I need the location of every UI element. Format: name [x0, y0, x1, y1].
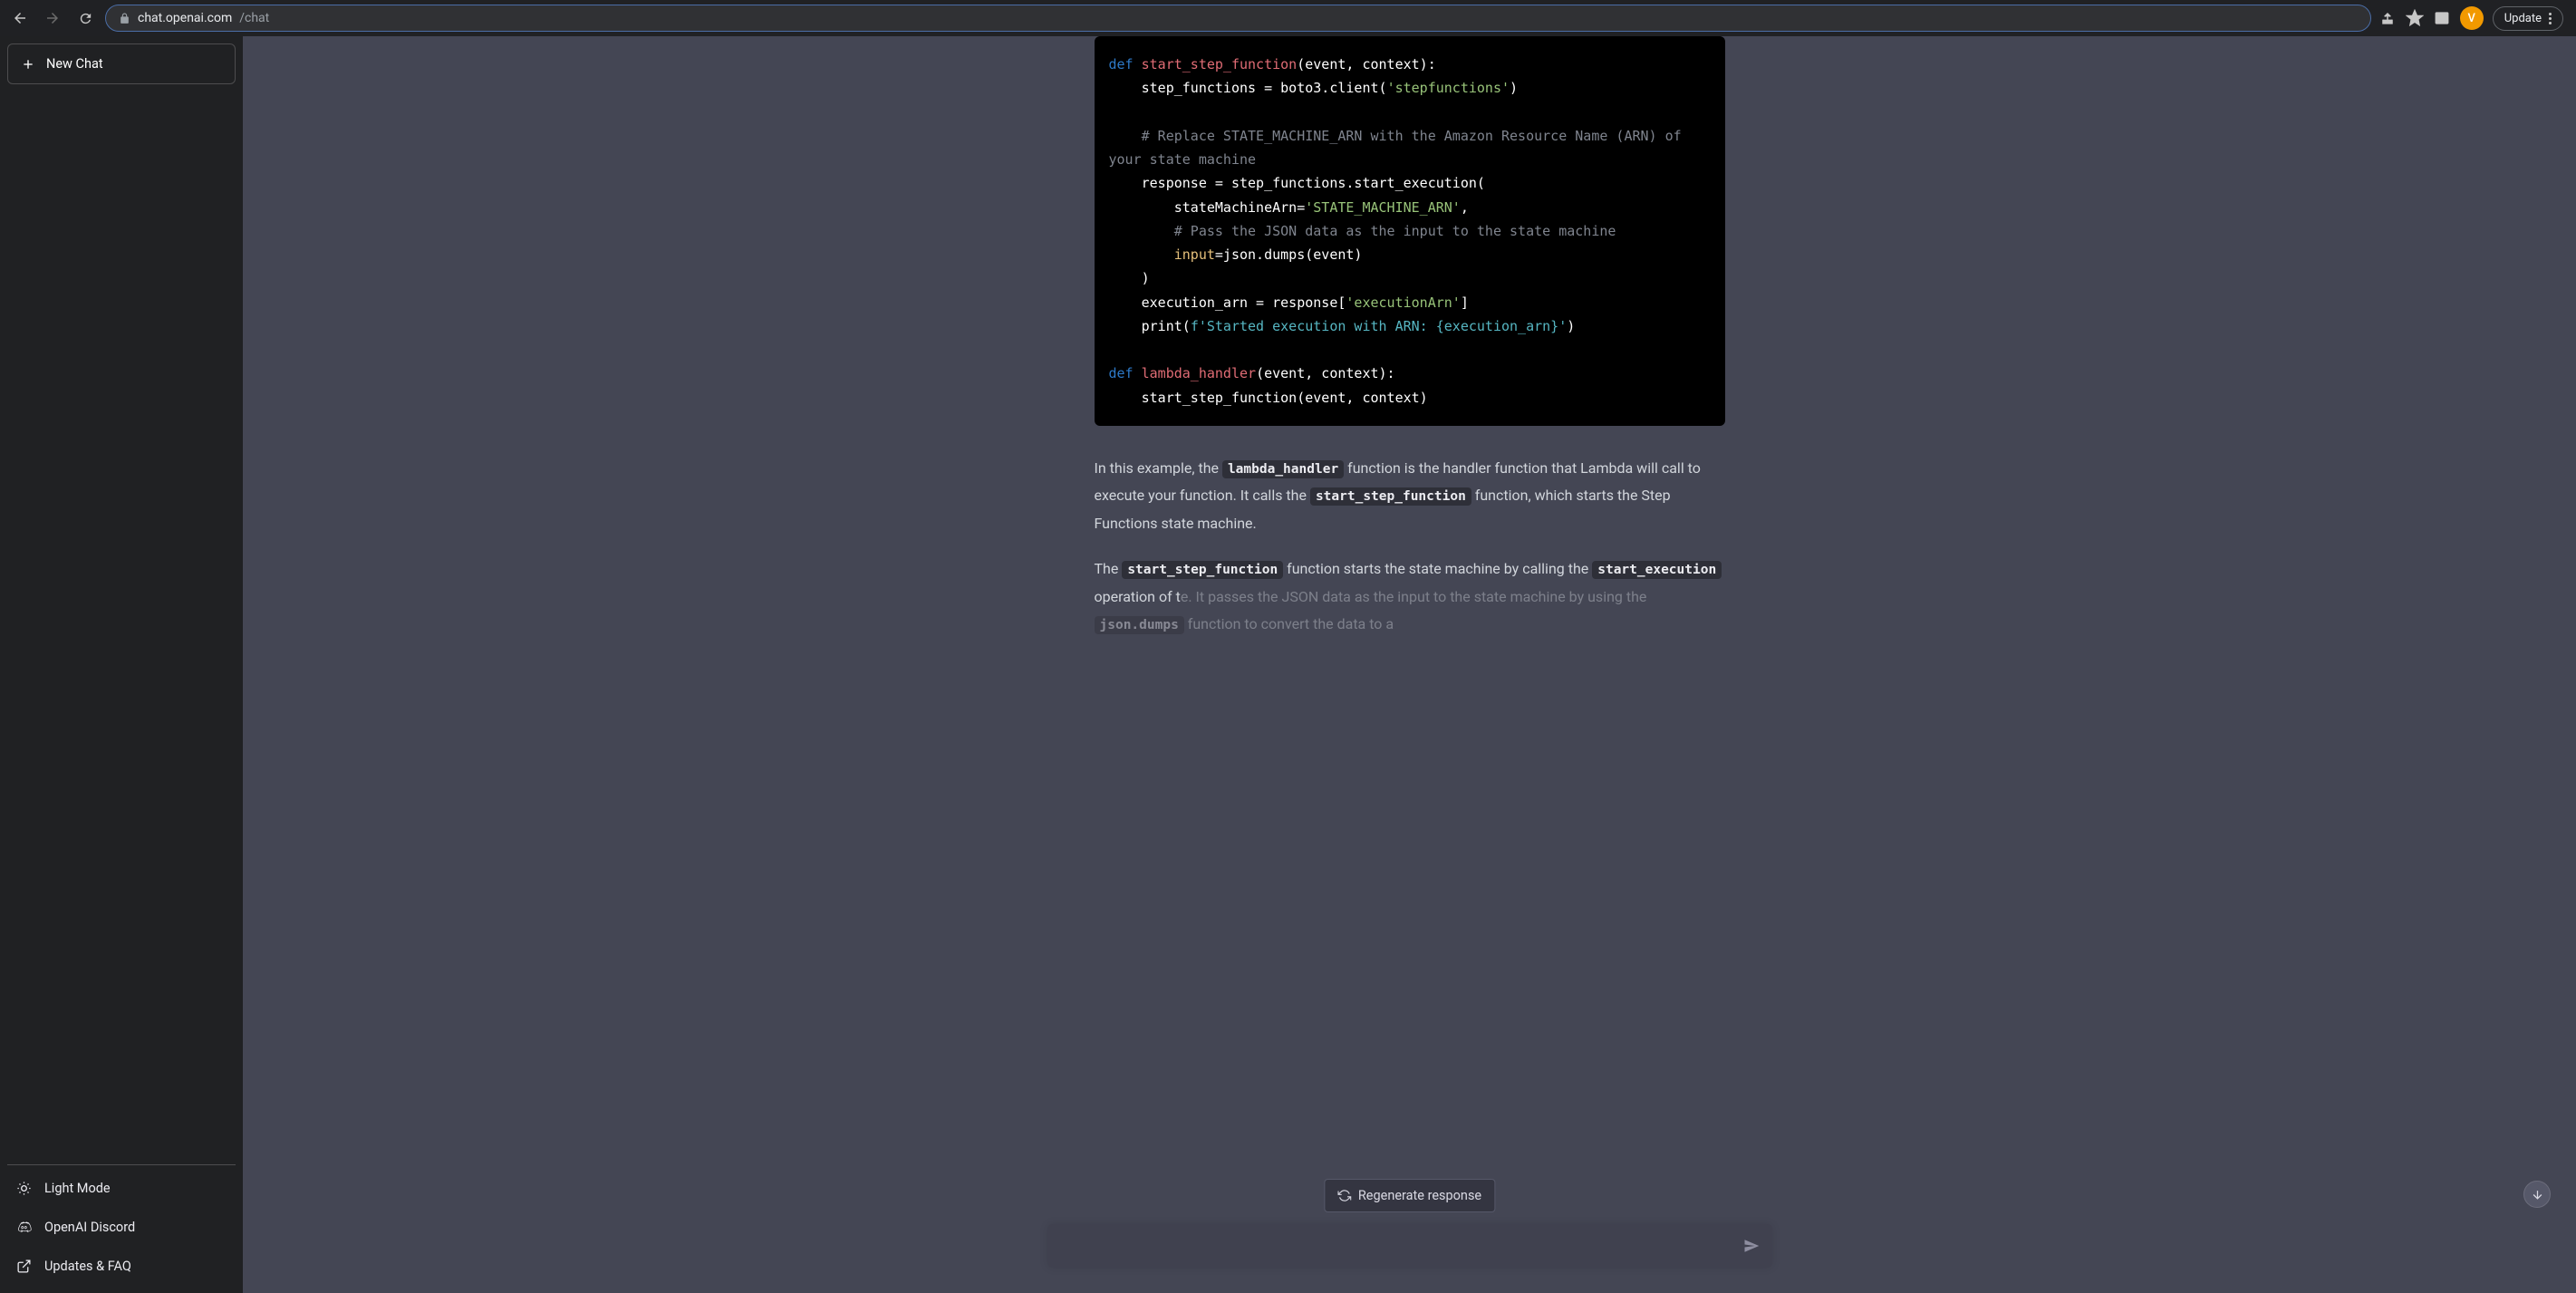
star-icon[interactable] — [2406, 9, 2424, 27]
regenerate-button[interactable]: Regenerate response — [1324, 1179, 1495, 1212]
discord-icon — [16, 1220, 32, 1235]
inline-code: start_step_function — [1122, 561, 1283, 579]
refresh-icon — [1337, 1189, 1351, 1202]
avatar[interactable]: V — [2460, 6, 2484, 30]
browser-chrome: chat.openai.com/chat V Update — [0, 0, 2576, 36]
main-content: def start_step_function(event, context):… — [243, 36, 2576, 1293]
sidebar-item-light-mode[interactable]: Light Mode — [7, 1169, 236, 1208]
sidebar-item-updates-faq[interactable]: Updates & FAQ — [7, 1247, 236, 1286]
message-input[interactable] — [1062, 1235, 1729, 1257]
url-path: /chat — [239, 11, 269, 25]
inline-code: lambda_handler — [1222, 460, 1344, 478]
forward-button[interactable] — [40, 5, 65, 31]
lock-icon — [119, 13, 130, 24]
menu-dots-icon — [2549, 13, 2552, 24]
message-input-container[interactable] — [1047, 1224, 1772, 1268]
new-chat-label: New Chat — [46, 56, 103, 72]
external-link-icon — [16, 1259, 32, 1274]
scroll-to-bottom-button[interactable] — [2523, 1181, 2551, 1208]
regenerate-label: Regenerate response — [1358, 1188, 1481, 1203]
sidebar: New Chat Light Mode OpenAI Discord Updat… — [0, 36, 243, 1293]
inline-code: start_step_function — [1310, 487, 1471, 506]
sidebar-item-label: Updates & FAQ — [44, 1259, 131, 1274]
url-domain: chat.openai.com — [138, 11, 232, 25]
panel-icon[interactable] — [2433, 9, 2451, 27]
back-button[interactable] — [7, 5, 33, 31]
inline-code: start_execution — [1592, 561, 1722, 579]
plus-icon — [21, 57, 35, 72]
arrow-down-icon — [2531, 1188, 2544, 1201]
reload-button[interactable] — [72, 5, 98, 31]
inline-code: json.dumps — [1095, 616, 1184, 634]
send-icon[interactable] — [1743, 1238, 1760, 1254]
share-icon[interactable] — [2378, 9, 2397, 27]
new-chat-button[interactable]: New Chat — [7, 43, 236, 84]
sidebar-item-discord[interactable]: OpenAI Discord — [7, 1208, 236, 1247]
sidebar-item-label: OpenAI Discord — [44, 1220, 135, 1235]
update-button[interactable]: Update — [2493, 6, 2563, 31]
sidebar-item-label: Light Mode — [44, 1181, 111, 1196]
url-bar[interactable]: chat.openai.com/chat — [105, 5, 2371, 32]
sun-icon — [16, 1181, 32, 1196]
assistant-message-text: In this example, the lambda_handler func… — [1095, 455, 1725, 639]
code-block: def start_step_function(event, context):… — [1095, 36, 1725, 426]
